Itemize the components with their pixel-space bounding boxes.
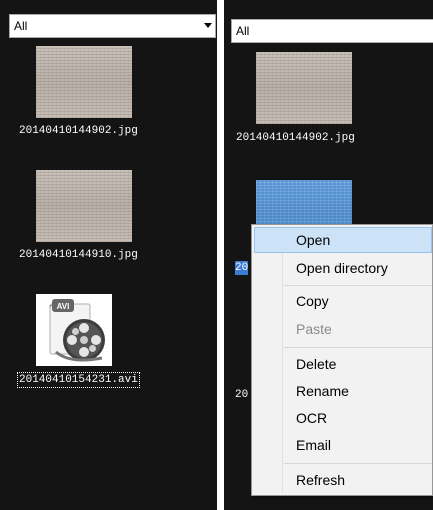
- menu-separator: [284, 463, 432, 464]
- file-type-filter-dropdown[interactable]: All: [9, 14, 216, 38]
- menu-item-open-directory[interactable]: Open directory: [254, 255, 432, 281]
- file-name-label-focused[interactable]: 20140410154231.avi: [17, 372, 140, 388]
- menu-item-open[interactable]: Open: [254, 227, 432, 253]
- menu-item-paste: Paste: [296, 321, 332, 337]
- menu-separator: [284, 347, 432, 348]
- menu-item-copy[interactable]: Copy: [254, 288, 432, 314]
- image-thumbnail[interactable]: [36, 46, 132, 118]
- filter-selected-value: All: [236, 24, 250, 38]
- image-thumbnail[interactable]: [256, 52, 352, 124]
- file-name-label[interactable]: 20140410144902.jpg: [19, 124, 138, 138]
- chevron-down-icon[interactable]: [204, 23, 212, 28]
- menu-separator: [284, 285, 432, 286]
- menu-item-rename[interactable]: Rename: [254, 378, 432, 404]
- file-context-menu: Open Open directory Copy Paste Delete Re…: [251, 224, 433, 496]
- avi-film-reel-icon: AVI: [49, 299, 105, 362]
- file-name-label-selected[interactable]: 20: [235, 261, 249, 275]
- filter-selected-value: All: [14, 19, 28, 33]
- file-name-label[interactable]: 20140410144902.jpg: [236, 131, 355, 145]
- file-name-label[interactable]: 20140410144910.jpg: [19, 248, 138, 262]
- file-name-label[interactable]: 20: [235, 388, 248, 402]
- menu-item-email[interactable]: Email: [254, 432, 432, 458]
- avi-badge-text: AVI: [57, 302, 70, 311]
- image-thumbnail[interactable]: [36, 170, 132, 242]
- menu-item-delete[interactable]: Delete: [254, 351, 432, 377]
- menu-item-ocr[interactable]: OCR: [254, 405, 432, 431]
- avi-video-thumbnail[interactable]: AVI: [36, 294, 112, 366]
- file-browser-left-pane: All 20140410144902.jpg 20140410144910.jp…: [0, 0, 217, 510]
- menu-item-refresh[interactable]: Refresh: [254, 467, 432, 493]
- file-type-filter-dropdown[interactable]: All: [231, 19, 433, 43]
- pane-divider[interactable]: [217, 0, 224, 510]
